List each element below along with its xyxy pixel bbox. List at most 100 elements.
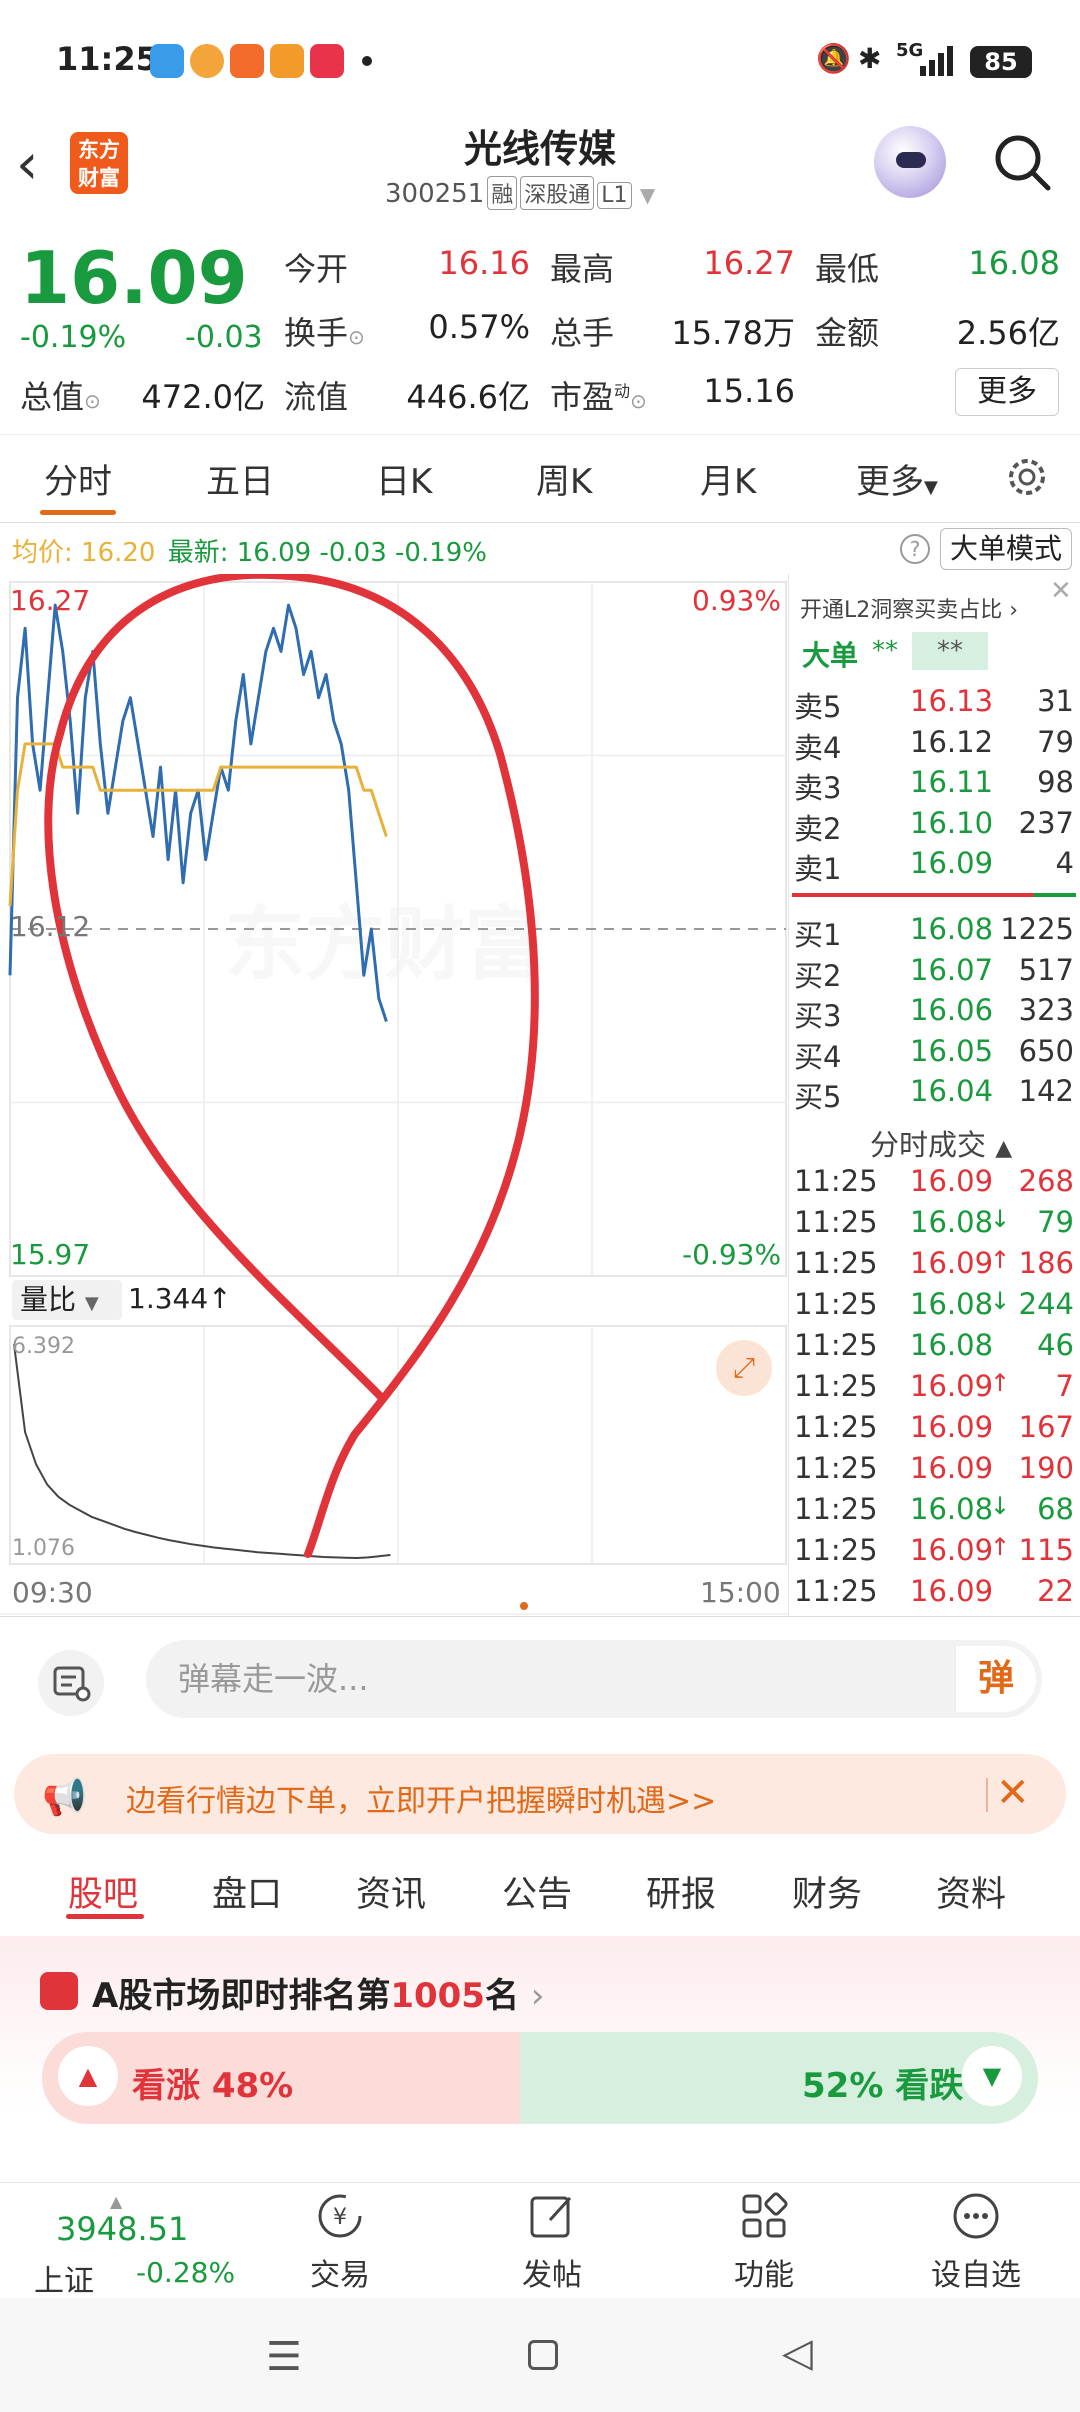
price-axis-reference: 16.12: [10, 910, 91, 943]
volume-ratio-max: 6.392: [12, 1334, 75, 1359]
more-quote-button[interactable]: 更多: [955, 368, 1059, 416]
info-icon: ⊙: [630, 389, 647, 413]
bid-row[interactable]: 买3 16.06 323: [792, 993, 1076, 1033]
stock-meta[interactable]: 300251 融深股通 L1 ▼: [385, 176, 655, 210]
bid-row[interactable]: 买1 16.08 1225: [792, 912, 1076, 952]
tick-time: 11:25: [794, 1574, 878, 1608]
bear-percent-label: 52% 看跌: [802, 2066, 964, 2106]
settings-gear-icon[interactable]: [1002, 452, 1052, 502]
expand-chart-icon[interactable]: ⤢: [716, 1340, 772, 1396]
ask-row[interactable]: 卖4 16.12 79: [792, 725, 1076, 765]
bid-row[interactable]: 买5 16.04 142: [792, 1074, 1076, 1114]
divider: [0, 522, 1080, 523]
tab-order-book[interactable]: 盘口: [212, 1866, 282, 1917]
quote-label-turnover[interactable]: 换手⊙: [284, 308, 365, 354]
tab-financials[interactable]: 财务: [792, 1866, 862, 1917]
quote-label-pe[interactable]: 市盈动⊙: [550, 372, 647, 418]
tab-research[interactable]: 研报: [646, 1866, 716, 1917]
app-notification-icon: [230, 44, 264, 78]
ask-price: 16.13: [910, 684, 994, 718]
vote-down-button[interactable]: ▼: [962, 2046, 1022, 2106]
tab-forum[interactable]: 股吧: [68, 1866, 138, 1917]
nav-trade[interactable]: ¥ 交易: [260, 2190, 420, 2294]
ask-row[interactable]: 卖1 16.09 4: [792, 846, 1076, 886]
video-app-icon: [270, 44, 304, 78]
hand-drawn-annotation-loop: [44, 574, 539, 1558]
tab-more[interactable]: 更多▼: [856, 454, 938, 503]
back-triangle-icon[interactable]: ◁: [782, 2330, 813, 2376]
quote-value-total-cap: 472.0亿: [141, 378, 265, 416]
avg-price-line: [8, 742, 388, 906]
tick-time: 11:25: [794, 1492, 878, 1526]
tab-announcements[interactable]: 公告: [502, 1866, 572, 1917]
big-order-value: **: [872, 636, 898, 666]
ask-label: 卖3: [794, 771, 842, 805]
nav-post[interactable]: 发帖: [472, 2190, 632, 2294]
nav-watchlist[interactable]: 设自选: [896, 2190, 1056, 2294]
ask-volume: 98: [1037, 765, 1074, 799]
quote-label-float-cap: 流值: [284, 378, 349, 416]
tab-intraday[interactable]: 分时: [44, 454, 112, 503]
close-icon[interactable]: ✕: [1050, 576, 1072, 606]
big-order-mode-button[interactable]: 大单模式: [940, 528, 1072, 570]
tick-volume: 22: [1037, 1574, 1074, 1608]
quote-value-turnover: 0.57%: [428, 308, 530, 346]
volume-ratio-value: 1.344↑: [128, 1282, 232, 1315]
danmaku-input[interactable]: 弹幕走一波...: [146, 1640, 1042, 1718]
danmaku-send-button[interactable]: 弹: [954, 1646, 1036, 1712]
tag-margin: 融: [487, 176, 518, 210]
divider: [0, 2182, 1080, 2183]
big-order-value-box: **: [912, 632, 988, 670]
bid-price: 16.05: [910, 1033, 994, 1068]
bid-row[interactable]: 买2 16.07 517: [792, 953, 1076, 993]
tab-monthly-k[interactable]: 月K: [700, 454, 756, 503]
quote-label-total-cap[interactable]: 总值⊙: [20, 372, 101, 418]
vote-up-button[interactable]: ▲: [58, 2046, 118, 2106]
tick-volume: 115: [1018, 1533, 1074, 1567]
bid-label: 买1: [794, 918, 842, 952]
pct-axis-high: 0.93%: [692, 584, 781, 617]
recent-apps-icon[interactable]: ☰: [266, 2334, 302, 2380]
bid-row[interactable]: 买4 16.05 650: [792, 1034, 1076, 1074]
pct-axis-low: -0.93%: [682, 1238, 782, 1271]
ask-label: 卖5: [794, 690, 842, 724]
caret-up-icon: ▲: [995, 1136, 1013, 1161]
tab-profile[interactable]: 资料: [936, 1866, 1006, 1917]
danmaku-settings-icon[interactable]: [38, 1650, 104, 1716]
ticks-title[interactable]: 分时成交 ▲: [870, 1122, 1012, 1164]
ask-row[interactable]: 卖5 16.13 31: [792, 684, 1076, 724]
quote-value-high: 16.27: [703, 244, 795, 282]
quote-label-open: 今开: [284, 250, 349, 288]
nav-functions[interactable]: 功能: [684, 2190, 844, 2294]
stock-code: 300251: [385, 179, 485, 209]
tick-volume: 244: [1018, 1287, 1074, 1321]
tab-weekly-k[interactable]: 周K: [536, 454, 592, 503]
index-value[interactable]: 3948.51: [56, 2210, 188, 2248]
tab-five-day[interactable]: 五日: [206, 454, 274, 503]
tag-connect: 深股通: [520, 176, 595, 210]
indicator-selector[interactable]: 量比 ▼: [12, 1280, 122, 1320]
tick-time: 11:25: [794, 1246, 878, 1280]
tick-price: 16.08: [910, 1492, 994, 1526]
promo-text[interactable]: 边看行情边下单，立即开户把握瞬时机遇>>: [126, 1776, 716, 1820]
tick-volume: 79: [1037, 1205, 1074, 1239]
help-icon[interactable]: ?: [900, 534, 930, 564]
close-icon[interactable]: ✕: [996, 1770, 1030, 1816]
l2-upgrade-link[interactable]: 开通L2洞察买卖占比 ›: [800, 592, 1018, 624]
home-icon[interactable]: [528, 2340, 558, 2370]
intraday-chart[interactable]: [0, 574, 788, 1616]
ranking-text[interactable]: A股市场即时排名第1005名 ›: [92, 1968, 544, 2017]
avg-latest-row: 均价: 16.20 最新: 16.09 -0.03 -0.19%: [12, 538, 487, 568]
search-icon[interactable]: [990, 130, 1054, 194]
ask-row[interactable]: 卖3 16.11 98: [792, 765, 1076, 805]
ask-row[interactable]: 卖2 16.10 237: [792, 806, 1076, 846]
time-axis-start: 09:30: [12, 1576, 93, 1609]
quote-label-low: 最低: [815, 250, 880, 288]
current-price: 16.09: [20, 236, 248, 320]
big-order-label: 大单: [802, 639, 859, 672]
tick-price: 16.09: [910, 1246, 994, 1280]
tab-daily-k[interactable]: 日K: [376, 454, 432, 503]
tick-price: 16.09: [910, 1164, 994, 1198]
tab-news[interactable]: 资讯: [356, 1866, 426, 1917]
tick-volume: 186: [1018, 1246, 1074, 1280]
